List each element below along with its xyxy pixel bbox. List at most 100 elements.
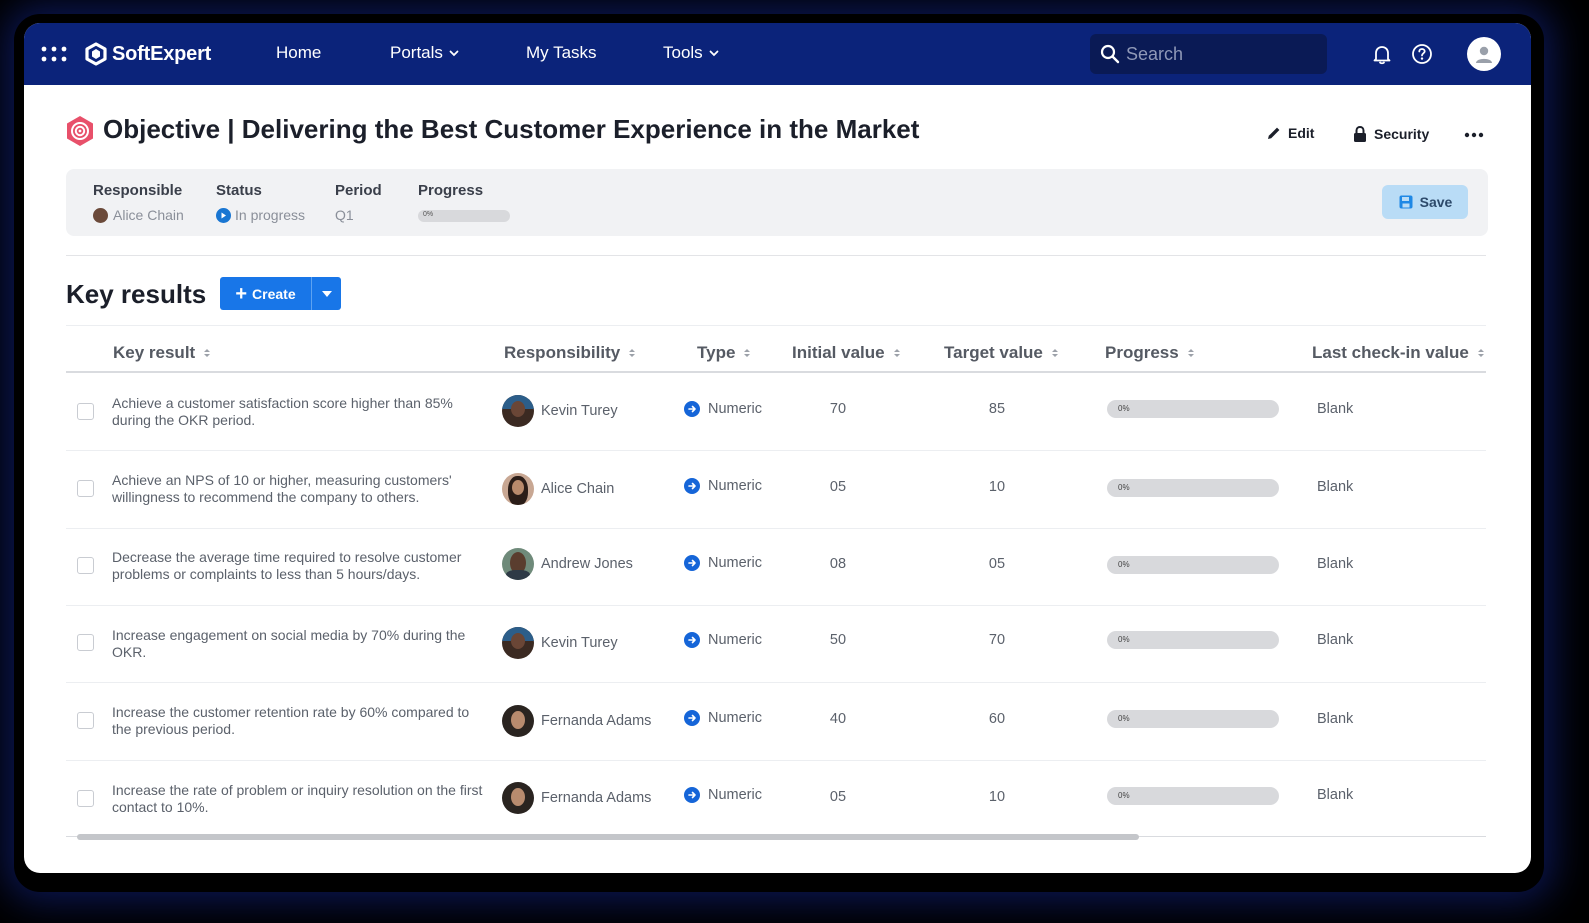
type-label: Numeric: [708, 710, 762, 726]
arrow-right-circle-icon: [684, 478, 700, 494]
initial-value: 70: [829, 401, 847, 417]
progress-value-row: 0%: [418, 210, 510, 222]
plus-icon: +: [235, 282, 248, 305]
row-checkbox[interactable]: [77, 790, 94, 807]
help-icon[interactable]: [1410, 42, 1434, 66]
user-avatar[interactable]: [1467, 37, 1501, 71]
column-header-responsibility[interactable]: Responsibility: [504, 343, 636, 363]
create-dropdown-toggle[interactable]: [312, 277, 341, 310]
security-label: Security: [1374, 126, 1430, 142]
responsible-name: Alice Chain: [541, 481, 615, 497]
column-header-label: Progress: [1105, 343, 1179, 362]
row-checkbox[interactable]: [77, 634, 94, 651]
column-header-key-result[interactable]: Key result: [113, 343, 211, 363]
table-row[interactable]: Achieve a customer satisfaction score hi…: [66, 373, 1486, 451]
table-row[interactable]: Increase engagement on social media by 7…: [66, 605, 1486, 683]
create-button[interactable]: + Create: [220, 277, 341, 310]
responsible-label: Responsible: [93, 182, 183, 199]
table-row[interactable]: Achieve an NPS of 10 or higher, measurin…: [66, 451, 1486, 529]
objective-progress-bar: 0%: [418, 210, 510, 222]
row-checkbox[interactable]: [77, 480, 94, 497]
table-row[interactable]: Increase the customer retention rate by …: [66, 683, 1486, 761]
target-icon: [67, 116, 93, 146]
column-header-label: Responsibility: [504, 343, 621, 362]
key-result-text[interactable]: Increase the customer retention rate by …: [112, 704, 484, 738]
type-cell: Numeric: [684, 555, 762, 571]
initial-value: 08: [829, 556, 847, 572]
column-header-progress[interactable]: Progress: [1105, 343, 1195, 363]
top-navigation-bar: SoftExpert Home Portals My Tasks Tools: [24, 23, 1531, 85]
target-value: 70: [988, 632, 1006, 648]
key-result-text[interactable]: Achieve an NPS of 10 or higher, measurin…: [112, 472, 484, 506]
key-result-text[interactable]: Decrease the average time required to re…: [112, 549, 484, 583]
responsible-cell: Alice Chain: [502, 473, 614, 505]
table-top-border: [66, 325, 1486, 326]
in-progress-icon: [216, 207, 231, 223]
arrow-right-circle-icon: [684, 787, 700, 803]
progress-label: Progress: [418, 182, 484, 199]
column-header-initial-value[interactable]: Initial value: [792, 343, 901, 363]
last-checkin-value: Blank: [1317, 711, 1354, 727]
nav-tools[interactable]: Tools: [663, 43, 720, 63]
type-cell: Numeric: [684, 787, 762, 803]
edit-button[interactable]: Edit: [1266, 125, 1314, 141]
type-label: Numeric: [708, 632, 762, 648]
responsible-cell: Kevin Turey: [502, 627, 618, 659]
row-checkbox[interactable]: [77, 557, 94, 574]
key-result-text[interactable]: Achieve a customer satisfaction score hi…: [112, 395, 484, 429]
nav-portals[interactable]: Portals: [390, 43, 460, 63]
nav-tools-label: Tools: [663, 43, 703, 62]
bell-icon[interactable]: [1370, 42, 1394, 66]
horizontal-scrollbar[interactable]: [77, 834, 1139, 840]
sort-icon: [1051, 349, 1058, 357]
row-progress-bar: 0%: [1107, 631, 1279, 649]
more-horizontal-icon[interactable]: [1464, 125, 1484, 145]
responsible-cell: Andrew Jones: [502, 548, 633, 580]
sort-icon: [744, 349, 751, 357]
pencil-icon: [1268, 127, 1280, 139]
caret-down-icon: [321, 290, 332, 297]
row-progress-text: 0%: [1118, 560, 1130, 569]
row-checkbox[interactable]: [77, 403, 94, 420]
type-label: Numeric: [708, 401, 762, 417]
sort-icon: [893, 349, 900, 357]
target-value: 05: [988, 556, 1006, 572]
target-value: 85: [988, 401, 1006, 417]
nav-my-tasks[interactable]: My Tasks: [526, 43, 597, 63]
search-input[interactable]: [1126, 43, 1316, 65]
brand-name: SoftExpert: [112, 42, 212, 65]
column-header-label: Target value: [944, 343, 1043, 362]
avatar: [502, 395, 534, 427]
save-button[interactable]: Save: [1382, 185, 1468, 219]
initial-value: 40: [829, 711, 847, 727]
responsible-name: Andrew Jones: [541, 556, 633, 572]
key-result-text[interactable]: Increase engagement on social media by 7…: [112, 627, 484, 661]
key-result-text[interactable]: Increase the rate of problem or inquiry …: [112, 782, 484, 816]
responsible-cell: Fernanda Adams: [502, 705, 651, 737]
table-row[interactable]: Decrease the average time required to re…: [66, 528, 1486, 606]
brand-logo[interactable]: SoftExpert: [84, 40, 211, 68]
save-label: Save: [1419, 194, 1453, 210]
avatar: [502, 627, 534, 659]
column-header-label: Last check-in value: [1312, 343, 1469, 362]
apps-grid-icon[interactable]: [40, 43, 68, 65]
table-row[interactable]: Increase the rate of problem or inquiry …: [66, 760, 1486, 838]
search-box[interactable]: [1090, 34, 1327, 74]
security-button[interactable]: Security: [1352, 125, 1429, 143]
nav-home[interactable]: Home: [276, 43, 321, 63]
arrow-right-circle-icon: [684, 710, 700, 726]
target-value: 60: [988, 711, 1006, 727]
column-header-target-value[interactable]: Target value: [944, 343, 1059, 363]
column-header-last-checkin[interactable]: Last check-in value: [1312, 343, 1485, 363]
responsible-value-row: Alice Chain: [93, 207, 184, 223]
last-checkin-value: Blank: [1317, 632, 1354, 648]
search-icon: [1100, 44, 1120, 64]
responsible-name: Kevin Turey: [541, 403, 618, 419]
status-value-row: In progress: [216, 207, 305, 223]
row-checkbox[interactable]: [77, 712, 94, 729]
responsible-cell: Fernanda Adams: [502, 782, 651, 814]
column-header-type[interactable]: Type: [697, 343, 751, 363]
create-main-button[interactable]: + Create: [220, 277, 311, 310]
period-value: Q1: [335, 207, 354, 223]
last-checkin-value: Blank: [1317, 787, 1354, 803]
